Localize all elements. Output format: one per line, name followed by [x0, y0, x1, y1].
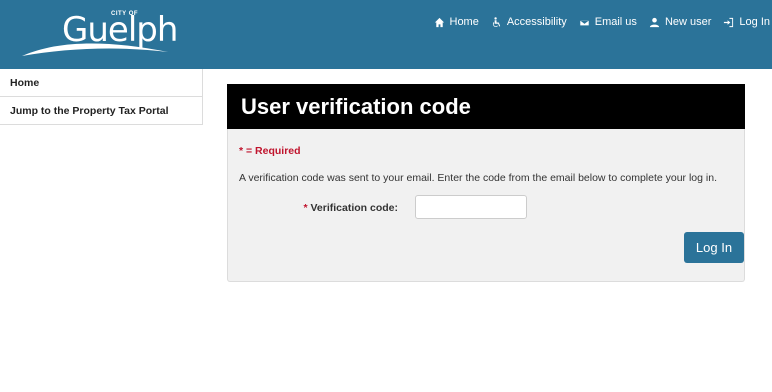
nav-email-label: Email us — [594, 16, 637, 28]
required-note: * = Required — [239, 145, 301, 157]
nav-login[interactable]: Log In — [723, 16, 770, 28]
verification-code-label-text: Verification code: — [310, 202, 398, 214]
sidebar-item-home[interactable]: Home — [0, 69, 203, 97]
user-icon — [649, 17, 660, 27]
login-button[interactable]: Log In — [684, 232, 744, 263]
guelph-logo[interactable]: CITY OF Guelph — [18, 6, 178, 62]
site-header: CITY OF Guelph Home Accessibility Email … — [0, 0, 772, 69]
top-navigation: Home Accessibility Email us New user Log… — [422, 14, 770, 30]
required-star: * — [303, 202, 308, 214]
home-icon — [434, 17, 444, 27]
nav-home-label: Home — [449, 16, 479, 28]
nav-accessibility-label: Accessibility — [506, 16, 567, 28]
sidebar-item-property-tax-portal[interactable]: Jump to the Property Tax Portal — [0, 97, 203, 125]
nav-accessibility[interactable]: Accessibility — [491, 16, 567, 28]
accessibility-icon — [492, 16, 501, 27]
verification-message: A verification code was sent to your ema… — [239, 172, 717, 184]
verification-code-input[interactable] — [415, 195, 527, 219]
login-icon — [724, 17, 734, 27]
nav-login-label: Log In — [739, 16, 770, 28]
nav-new-user-label: New user — [664, 16, 712, 28]
verification-code-label: * Verification code: — [228, 202, 398, 214]
nav-home[interactable]: Home — [434, 16, 479, 28]
nav-new-user[interactable]: New user — [649, 16, 711, 28]
logo-wordmark: Guelph — [62, 10, 178, 50]
envelope-icon — [579, 18, 590, 26]
nav-email[interactable]: Email us — [579, 16, 637, 28]
verification-form: * = Required A verification code was sen… — [227, 129, 745, 282]
page-title: User verification code — [227, 84, 745, 129]
sidebar: Home Jump to the Property Tax Portal — [0, 69, 203, 125]
